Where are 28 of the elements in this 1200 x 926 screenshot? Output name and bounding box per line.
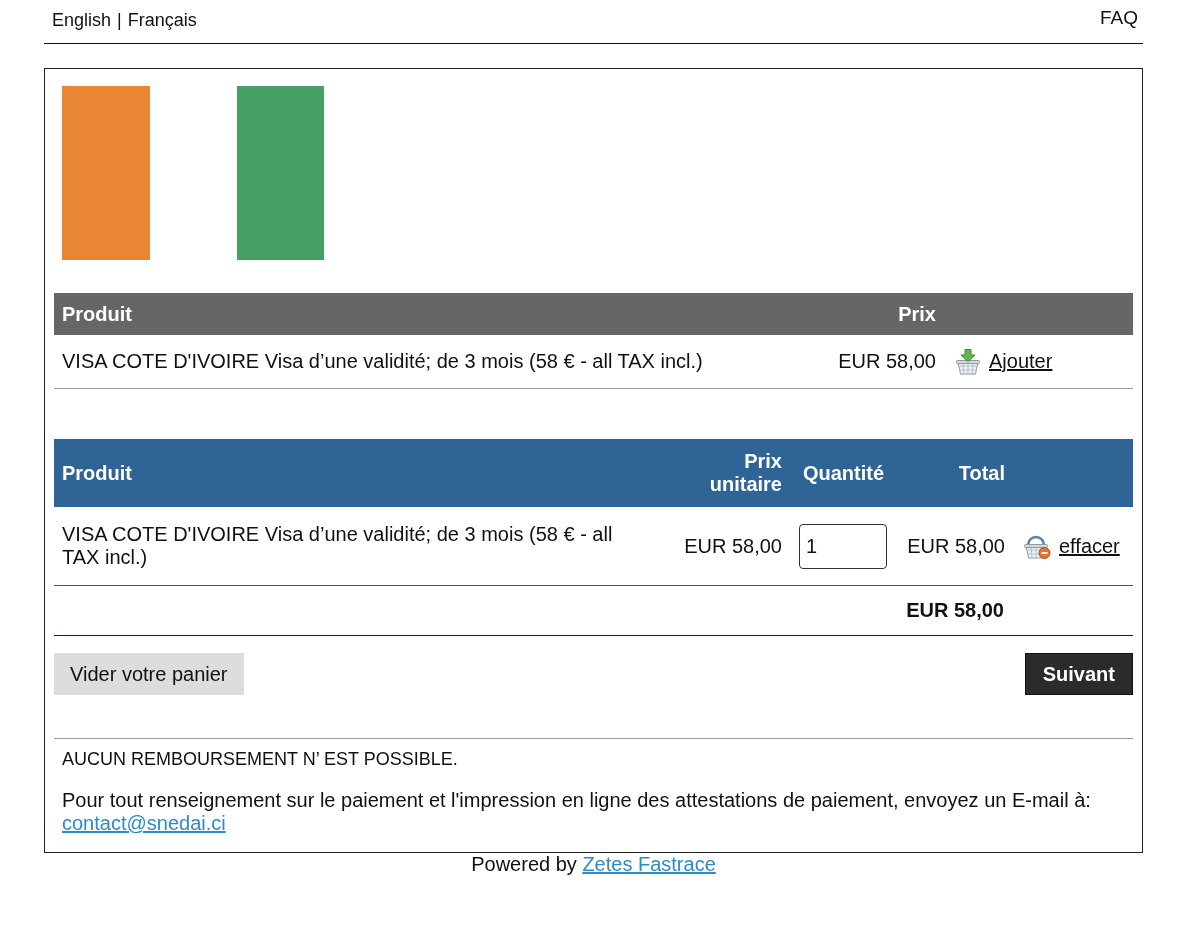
basket-minus-icon (1023, 533, 1051, 559)
column-header: Produit (62, 461, 132, 484)
price-cell-text: EUR 58,00 (837, 349, 937, 374)
column-header: Quantité (802, 461, 885, 484)
product-cell-text: VISA COTE D'IVOIRE Visa d’une validité; de 3 mois (58 € - all TAX incl.) (61, 522, 614, 570)
column-header: Total (958, 461, 1005, 484)
contact-paragraph: Pour tout renseignement sur le paiement et l'impression en ligne des attestations de paiement, envoyez un E-mail à: contact@snedai.ci (62, 789, 1092, 835)
footer-text: Powered by Zetes Fastrace (471, 853, 716, 876)
add-link[interactable]: Ajouter (989, 350, 1053, 373)
grand-total: EUR 58,00 (905, 598, 1005, 623)
powered-by-link[interactable]: Zetes Fastrace (582, 853, 716, 875)
faq-link[interactable]: FAQ (1100, 7, 1138, 29)
delete-link[interactable]: effacer (1059, 534, 1120, 558)
quantity-field[interactable]: 1 (799, 523, 887, 569)
product-cell-text: VISA COTE D'IVOIRE Visa d’une validité; de 3 mois (58 € - all TAX incl.) (61, 349, 704, 374)
empty-cart-button[interactable]: Vider votre panier (54, 653, 244, 695)
total-cell-text: EUR 58,00 (906, 533, 1006, 559)
refund-notice: AUCUN REMBOURSEMENT N’ EST POSSIBLE. (62, 749, 459, 770)
column-header: Prix (898, 303, 936, 325)
separator: | (117, 9, 122, 31)
basket-arrow-icon (955, 348, 981, 375)
language-link[interactable]: Français (127, 9, 197, 31)
column-header: Produit (62, 303, 132, 325)
email-link[interactable]: contact@snedai.ci (62, 812, 226, 834)
column-header: Prix unitaire (709, 450, 782, 496)
price-cell-text: EUR 58,00 (683, 533, 783, 559)
language-link[interactable]: English (52, 9, 112, 31)
next-button[interactable]: Suivant (1024, 653, 1133, 695)
